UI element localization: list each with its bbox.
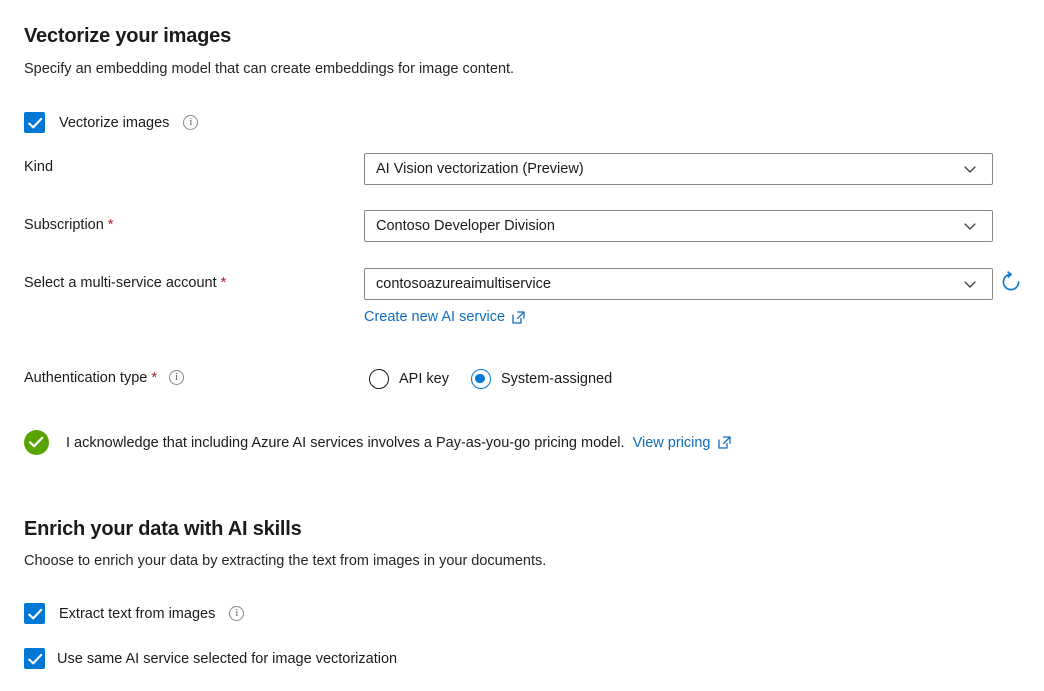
vectorize-images-checkbox[interactable] xyxy=(24,112,45,133)
multi-service-account-label-text: Select a multi-service account xyxy=(24,275,217,291)
api-key-radio[interactable] xyxy=(369,369,389,389)
vectorize-section-subtitle: Specify an embedding model that can crea… xyxy=(24,61,514,77)
authentication-type-required-marker: * xyxy=(151,369,157,386)
subscription-required-marker: * xyxy=(108,216,114,233)
extract-text-checkbox[interactable] xyxy=(24,603,45,624)
pricing-acknowledgement-text-wrap: I acknowledge that including Azure AI se… xyxy=(66,435,731,451)
use-same-ai-service-checkbox[interactable] xyxy=(24,648,45,669)
radio-option-api-key[interactable]: API key xyxy=(369,369,449,389)
kind-dropdown[interactable]: AI Vision vectorization (Preview) xyxy=(364,153,993,185)
radio-option-system-assigned[interactable]: System-assigned xyxy=(471,369,612,389)
checkmark-icon xyxy=(28,117,43,130)
pricing-acknowledgement-row[interactable]: I acknowledge that including Azure AI se… xyxy=(24,430,731,455)
create-new-ai-service-link[interactable]: Create new AI service xyxy=(364,309,525,325)
extract-text-info-icon[interactable]: i xyxy=(229,606,244,621)
vectorize-images-checkbox-row[interactable]: Vectorize images i xyxy=(24,112,198,133)
api-key-radio-label: API key xyxy=(399,371,449,387)
view-pricing-link-label: View pricing xyxy=(633,435,711,451)
view-pricing-link[interactable]: View pricing xyxy=(633,435,731,451)
subscription-label: Subscription * xyxy=(24,216,114,233)
external-link-icon xyxy=(512,311,525,324)
system-assigned-radio-label: System-assigned xyxy=(501,371,612,387)
multi-service-account-label: Select a multi-service account * xyxy=(24,274,226,291)
authentication-type-radio-group: API key System-assigned xyxy=(369,369,612,389)
extract-text-checkbox-row[interactable]: Extract text from images i xyxy=(24,603,244,624)
vectorize-images-label: Vectorize images xyxy=(59,115,169,131)
multi-service-account-required-marker: * xyxy=(221,274,227,291)
chevron-down-icon xyxy=(963,277,977,291)
enrich-section-subtitle: Choose to enrich your data by extracting… xyxy=(24,553,546,569)
subscription-label-text: Subscription xyxy=(24,217,104,233)
chevron-down-icon xyxy=(963,162,977,176)
use-same-ai-service-checkbox-row[interactable]: Use same AI service selected for image v… xyxy=(24,648,397,669)
vectorize-images-info-icon[interactable]: i xyxy=(183,115,198,130)
vectorize-section-title: Vectorize your images xyxy=(24,25,231,48)
pricing-acknowledgement-text: I acknowledge that including Azure AI se… xyxy=(66,435,625,451)
use-same-ai-service-label: Use same AI service selected for image v… xyxy=(57,651,397,667)
checkmark-icon xyxy=(28,608,43,621)
kind-dropdown-value: AI Vision vectorization (Preview) xyxy=(376,161,963,177)
authentication-type-label: Authentication type * i xyxy=(24,369,184,386)
checkmark-icon xyxy=(28,653,43,666)
subscription-dropdown-value: Contoso Developer Division xyxy=(376,218,963,234)
system-assigned-radio[interactable] xyxy=(471,369,491,389)
refresh-icon xyxy=(1000,271,1022,293)
kind-label-text: Kind xyxy=(24,159,53,175)
create-new-ai-service-link-label: Create new AI service xyxy=(364,309,505,325)
refresh-accounts-button[interactable] xyxy=(1000,271,1022,293)
authentication-type-info-icon[interactable]: i xyxy=(169,370,184,385)
enrich-section-title: Enrich your data with AI skills xyxy=(24,518,302,541)
multi-service-account-dropdown-value: contosoazureaimultiservice xyxy=(376,276,963,292)
chevron-down-icon xyxy=(963,219,977,233)
authentication-type-label-text: Authentication type xyxy=(24,370,147,386)
checkmark-icon xyxy=(29,436,44,449)
multi-service-account-dropdown[interactable]: contosoazureaimultiservice xyxy=(364,268,993,300)
subscription-dropdown[interactable]: Contoso Developer Division xyxy=(364,210,993,242)
extract-text-label: Extract text from images xyxy=(59,606,215,622)
external-link-icon xyxy=(718,436,731,449)
settings-form-panel: Vectorize your images Specify an embeddi… xyxy=(0,0,1044,691)
check-circle-icon[interactable] xyxy=(24,430,49,455)
kind-label: Kind xyxy=(24,159,53,175)
